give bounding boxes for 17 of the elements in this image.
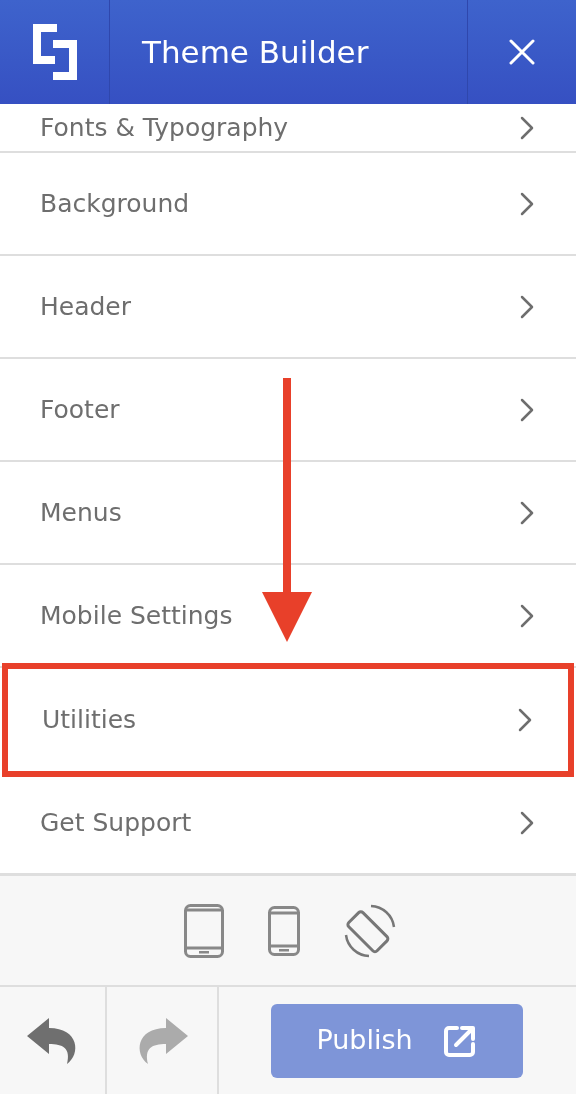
- external-link-icon: [442, 1023, 477, 1058]
- chevron-right-icon: [520, 294, 534, 319]
- chevron-right-icon: [518, 708, 532, 732]
- chevron-right-icon: [520, 397, 534, 422]
- close-icon: [509, 39, 535, 65]
- tablet-icon[interactable]: [184, 903, 224, 958]
- chevron-right-icon: [520, 810, 534, 835]
- logo-icon: [32, 24, 77, 80]
- chevron-right-icon: [520, 115, 534, 140]
- publish-button[interactable]: Publish: [270, 1003, 523, 1078]
- menu-item[interactable]: Utilities: [2, 663, 574, 777]
- phone-icon[interactable]: [268, 905, 300, 956]
- chevron-right-icon: [520, 603, 534, 628]
- chevron-right-icon: [520, 191, 534, 216]
- rotate-device-icon[interactable]: [344, 903, 396, 958]
- chevron-right-icon: [520, 500, 534, 525]
- window-title: Theme Builder: [142, 32, 369, 72]
